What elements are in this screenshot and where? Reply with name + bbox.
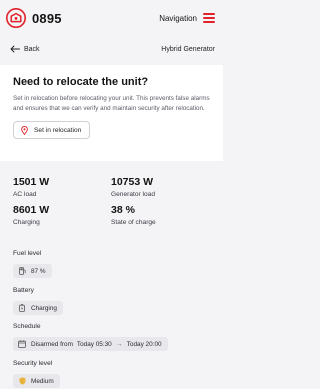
security-value: Medium: [31, 377, 54, 385]
stat-ac-load: 1501 W AC load: [13, 176, 111, 198]
stat-charging: 8601 W Charging: [13, 204, 111, 226]
map-pin-icon: [21, 125, 28, 135]
top-header: 0895 Navigation: [0, 0, 223, 36]
arrow-left-icon[interactable]: [10, 45, 20, 53]
stat-value: 38 %: [111, 204, 135, 216]
stat-generator-load: 10753 W Generator load: [111, 176, 209, 198]
security-pill: Medium: [13, 374, 60, 388]
fuel-section: Fuel level 87 %: [13, 250, 52, 280]
stat-label: State of charge: [111, 219, 156, 226]
battery-value: Charging: [31, 304, 57, 312]
stats-grid: 1501 W AC load 10753 W Generator load 86…: [13, 176, 213, 226]
stat-label: AC load: [13, 191, 37, 198]
stat-label: Charging: [13, 219, 40, 226]
stat-value: 1501 W: [13, 176, 50, 188]
fuel-icon: [18, 267, 26, 275]
schedule-status: Disarmed from: [31, 340, 73, 348]
schedule-title: Schedule: [13, 323, 41, 330]
relocation-description: Set in relocation before relocating your…: [13, 95, 210, 112]
stat-value: 8601 W: [13, 204, 50, 216]
fuel-value: 87 %: [31, 267, 46, 275]
schedule-from: Today 05:30: [76, 340, 112, 348]
page-subtitle: Hybrid Generator: [161, 45, 215, 53]
navigation-label[interactable]: Navigation: [159, 14, 197, 23]
security-title: Security level: [13, 360, 53, 367]
schedule-section: Schedule Disarmed from Today 05:30 → Tod…: [13, 323, 168, 353]
stat-label: Generator load: [111, 191, 155, 198]
hamburger-menu-icon[interactable]: [203, 13, 215, 23]
back-button[interactable]: Back: [24, 46, 40, 53]
fuel-pill: 87 %: [13, 264, 52, 278]
calendar-icon: [18, 340, 26, 348]
battery-pill: Charging: [13, 301, 63, 315]
unit-detail-page: 0895 Navigation Back Hybrid Generator Ne…: [0, 0, 223, 389]
battery-title: Battery: [13, 287, 34, 294]
set-in-relocation-button[interactable]: Set in relocation: [13, 121, 91, 140]
arrow-right-icon: →: [115, 340, 123, 348]
relocation-title: Need to relocate the unit?: [13, 76, 149, 88]
back-row: Back Hybrid Generator: [0, 36, 223, 62]
set-in-relocation-label: Set in relocation: [34, 126, 82, 134]
fuel-title: Fuel level: [13, 250, 42, 257]
schedule-pill: Disarmed from Today 05:30 → Today 20:00: [13, 337, 168, 351]
brand-logo-icon[interactable]: [6, 8, 26, 28]
stat-value: 10753 W: [111, 176, 154, 188]
security-section: Security level Medium: [13, 360, 60, 389]
relocation-card: Need to relocate the unit? Set in reloca…: [0, 65, 223, 161]
unit-id: 0895: [32, 10, 62, 26]
schedule-to: Today 20:00: [126, 340, 162, 348]
battery-section: Battery Charging: [13, 287, 63, 317]
battery-icon: [18, 304, 26, 312]
stat-state-of-charge: 38 % State of charge: [111, 204, 209, 226]
shield-icon: [18, 377, 26, 385]
